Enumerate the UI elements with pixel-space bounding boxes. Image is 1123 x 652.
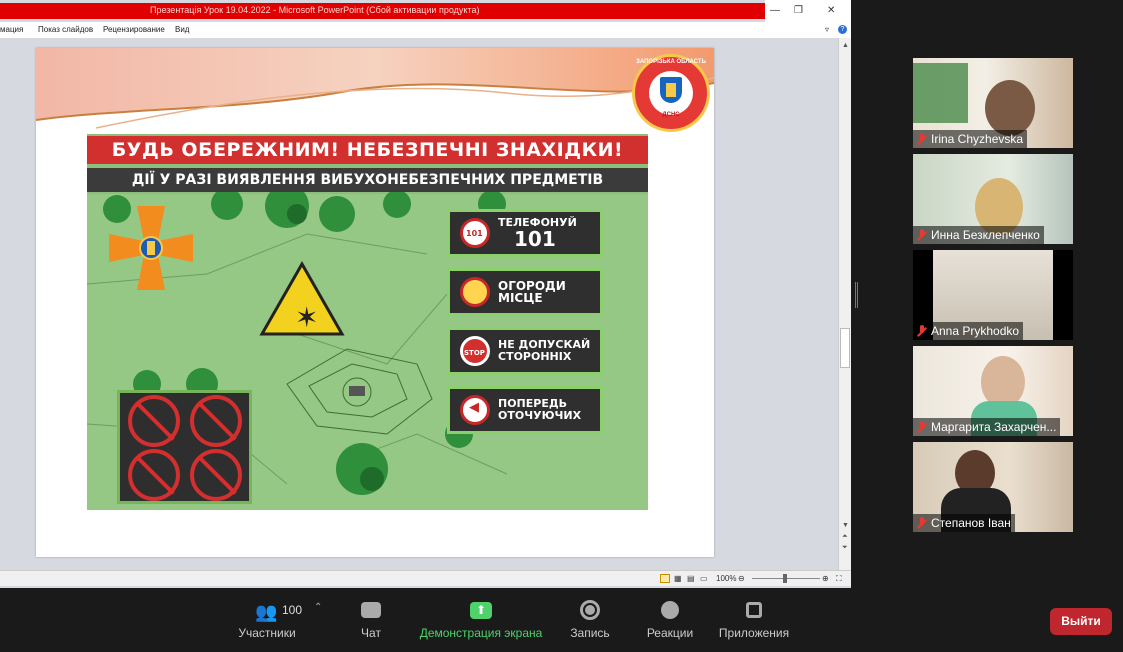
participant-name-bar: Инна Безклепченко — [913, 226, 1044, 244]
zoom-in-icon[interactable]: ⊕ — [822, 574, 829, 583]
zoom-level[interactable]: 100% — [716, 574, 736, 583]
participant-tile[interactable]: Степанов Іван — [913, 442, 1073, 532]
action-line2: МІСЦЕ — [498, 291, 543, 305]
record-button[interactable]: Запись — [568, 600, 612, 640]
bookshelf — [913, 63, 968, 123]
prev-slide-icon[interactable]: ⏶ — [842, 533, 848, 541]
poster-subheadline: ДІЇ У РАЗІ ВИЯВЛЕННЯ ВИБУХОНЕБЕЗПЕЧНИХ П… — [87, 168, 648, 192]
no-kick-shell-icon — [190, 395, 242, 447]
leave-meeting-button[interactable]: Выйти — [1050, 608, 1112, 635]
ppt-tab-review[interactable]: Рецензирование — [103, 25, 165, 34]
action-line2: СТОРОННІХ — [498, 350, 572, 363]
participants-button[interactable]: 👥 100 Участники — [236, 600, 302, 640]
emblem-subtext: ДСНС — [662, 112, 680, 118]
reactions-button[interactable]: Реакции — [646, 600, 694, 640]
participant-name-bar: Степанов Іван — [913, 514, 1015, 532]
ppt-window-title: Презентація Урок 19.04.2022 - Microsoft … — [150, 5, 480, 15]
ppt-ribbon-tabs: мация Показ слайдов Рецензирование Вид ▿… — [0, 22, 851, 38]
participant-tile[interactable]: Irina Chyzhevska — [913, 58, 1073, 148]
no-disassemble-icon — [190, 449, 242, 501]
prohibition-signs-panel — [117, 390, 252, 504]
zoom-out-icon[interactable]: ⊖ — [738, 574, 745, 583]
slide-header-waves — [36, 48, 714, 129]
slide-sorter-icon[interactable]: ▦ — [674, 574, 682, 583]
ppt-tab-slideshow[interactable]: Показ слайдов — [38, 25, 93, 34]
minimize-icon[interactable]: — — [770, 5, 780, 16]
stop-sign-icon: STOP — [460, 336, 490, 366]
meeting-toolbar: 👥 100 Участники ⌃ Чат ⬆ Демонстрация экр… — [0, 588, 1123, 652]
poster-headline: БУДЬ ОБЕРЕЖНИМ! НЕБЕЗПЕЧНІ ЗНАХІДКИ! — [87, 136, 648, 164]
chat-icon — [361, 602, 381, 618]
action-line2: 101 — [514, 226, 556, 251]
ppt-tab-animation[interactable]: мация — [0, 25, 23, 34]
action-warn-others: ◀ ПОПЕРЕДЬ ОТОЧУЮЧИХ — [447, 386, 603, 434]
dsns-zaporizhzhia-emblem: ЗАПОРІЗЬКА ОБЛАСТЬ ДСНС — [632, 54, 710, 132]
zoom-meeting-window: Презентація Урок 19.04.2022 - Microsoft … — [0, 0, 1123, 652]
megaphone-icon: ◀ — [460, 395, 490, 425]
participant-name-bar: Irina Chyzhevska — [913, 130, 1028, 148]
no-fire-icon — [128, 449, 180, 501]
emblem-text: ЗАПОРІЗЬКА ОБЛАСТЬ — [636, 59, 706, 65]
participant-name-bar: Anna Prykhodko — [913, 322, 1024, 340]
ribbon-collapse-icon[interactable]: ▿ — [825, 25, 829, 34]
reading-view-icon[interactable]: ▤ — [687, 574, 695, 583]
dsns-cross-icon — [109, 206, 193, 290]
normal-view-icon[interactable] — [660, 574, 670, 583]
restore-icon[interactable]: ❐ — [794, 5, 803, 16]
zoom-slider-thumb[interactable] — [783, 574, 787, 583]
phone-icon: 101 — [460, 218, 490, 248]
mic-muted-icon — [917, 517, 927, 529]
panel-resize-handle[interactable] — [855, 282, 858, 308]
apps-button[interactable]: Приложения — [716, 600, 792, 640]
next-slide-icon[interactable]: ⏷ — [842, 544, 848, 552]
fit-slide-icon[interactable]: ⛶ — [836, 574, 842, 584]
scroll-thumb[interactable] — [840, 328, 850, 368]
mic-muted-icon — [917, 421, 927, 433]
help-icon[interactable]: ? — [838, 25, 847, 34]
participant-tile[interactable]: Маргарита Захарчен... — [913, 346, 1073, 436]
shared-screen-powerpoint: Презентація Урок 19.04.2022 - Microsoft … — [0, 0, 851, 588]
participants-menu-chevron-icon[interactable]: ⌃ — [314, 602, 322, 613]
share-screen-icon: ⬆ — [470, 602, 492, 619]
action-fence-area: ОГОРОДИ МІСЦЕ — [447, 268, 603, 316]
mic-muted-icon — [917, 325, 927, 337]
action-call-101: 101 ТЕЛЕФОНУЙ 101 — [447, 209, 603, 257]
svg-text:✶: ✶ — [295, 301, 318, 334]
ppt-tab-view[interactable]: Вид — [175, 25, 189, 34]
participant-video — [985, 80, 1035, 136]
ppt-vertical-scrollbar[interactable]: ▲ ▼ ⏶ ⏷ — [838, 38, 851, 570]
slide: ЗАПОРІЗЬКА ОБЛАСТЬ ДСНС ✶ БУДЬ ОБЕРЕЖНИМ… — [36, 48, 714, 557]
mic-muted-icon — [917, 133, 927, 145]
close-icon[interactable]: ✕ — [827, 5, 835, 16]
participant-tile[interactable]: Anna Prykhodko — [913, 250, 1073, 340]
participant-name-bar: Маргарита Захарчен... — [913, 418, 1061, 436]
chat-button[interactable]: Чат — [354, 600, 388, 640]
reactions-icon — [661, 601, 679, 619]
participant-tile[interactable]: Инна Безклепченко — [913, 154, 1073, 244]
slideshow-icon[interactable]: ▭ — [700, 574, 708, 583]
scroll-up-icon[interactable]: ▲ — [842, 42, 849, 49]
ppt-title-bar: Презентація Урок 19.04.2022 - Microsoft … — [0, 3, 765, 19]
ppt-status-bar: ▦ ▤ ▭ 100% ⊖ ⊕ ⛶ — [0, 570, 851, 586]
apps-icon — [746, 602, 762, 618]
ppt-window-controls: — ❐ ✕ — [765, 0, 851, 22]
share-screen-button[interactable]: ⬆ Демонстрация экрана — [418, 600, 544, 640]
fence-tape-icon — [460, 277, 490, 307]
participants-icon: 👥 — [255, 602, 278, 622]
no-touch-bomb-icon — [128, 395, 180, 447]
safety-poster: ✶ БУДЬ ОБЕРЕЖНИМ! НЕБЕЗПЕЧНІ ЗНАХІДКИ! Д… — [87, 134, 648, 510]
participants-count: 100 — [282, 603, 303, 617]
action-line2: ОТОЧУЮЧИХ — [498, 409, 582, 422]
mic-muted-icon — [917, 229, 927, 241]
scroll-down-icon[interactable]: ▼ — [842, 522, 849, 529]
action-keep-away: STOP НЕ ДОПУСКАЙ СТОРОННІХ — [447, 327, 603, 375]
